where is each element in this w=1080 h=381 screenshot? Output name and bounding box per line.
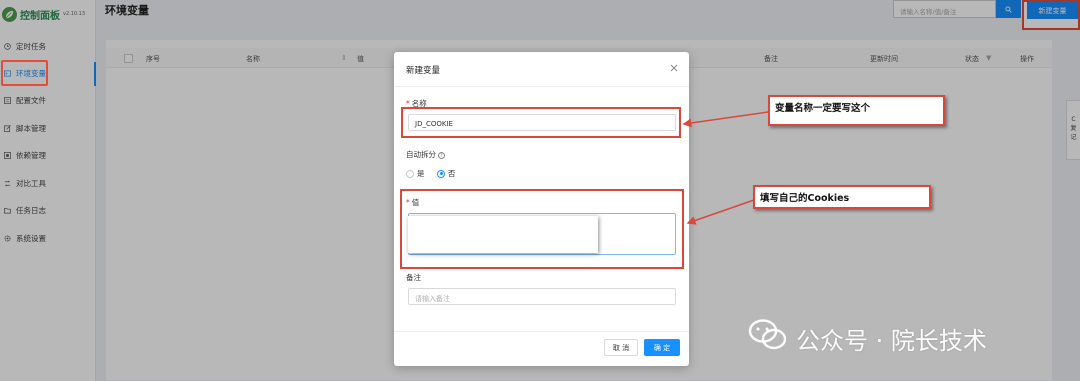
divider — [394, 86, 689, 87]
annotation-box-value — [400, 189, 684, 269]
annotation-box-name — [401, 107, 681, 138]
ok-button[interactable]: 确 定 — [644, 339, 680, 356]
radio-no[interactable]: 否 — [437, 168, 456, 179]
radio-dot — [406, 169, 414, 178]
annotation-box-env-menu — [1, 60, 48, 86]
dialog-title: 新建变量 — [406, 66, 441, 76]
auto-split-label: 自动拆分? — [406, 149, 445, 160]
watermark-text: 公众号 · 院长技术 — [796, 326, 987, 355]
close-icon[interactable] — [669, 63, 679, 73]
radio-yes[interactable]: 是 — [406, 168, 425, 179]
callout-name: 变量名称一定要写这个 — [768, 95, 945, 126]
wechat-icon — [748, 318, 788, 358]
remark-input[interactable]: 请输入备注 — [408, 288, 676, 305]
callout-value: 填写自己的Cookies — [753, 185, 931, 209]
divider — [394, 331, 689, 332]
remark-label: 备注 — [406, 273, 421, 282]
radio-dot-checked — [437, 169, 445, 178]
cancel-button[interactable]: 取 消 — [604, 339, 638, 356]
watermark: 公众号 · 院长技术 — [748, 318, 987, 358]
help-icon: ? — [438, 151, 445, 159]
